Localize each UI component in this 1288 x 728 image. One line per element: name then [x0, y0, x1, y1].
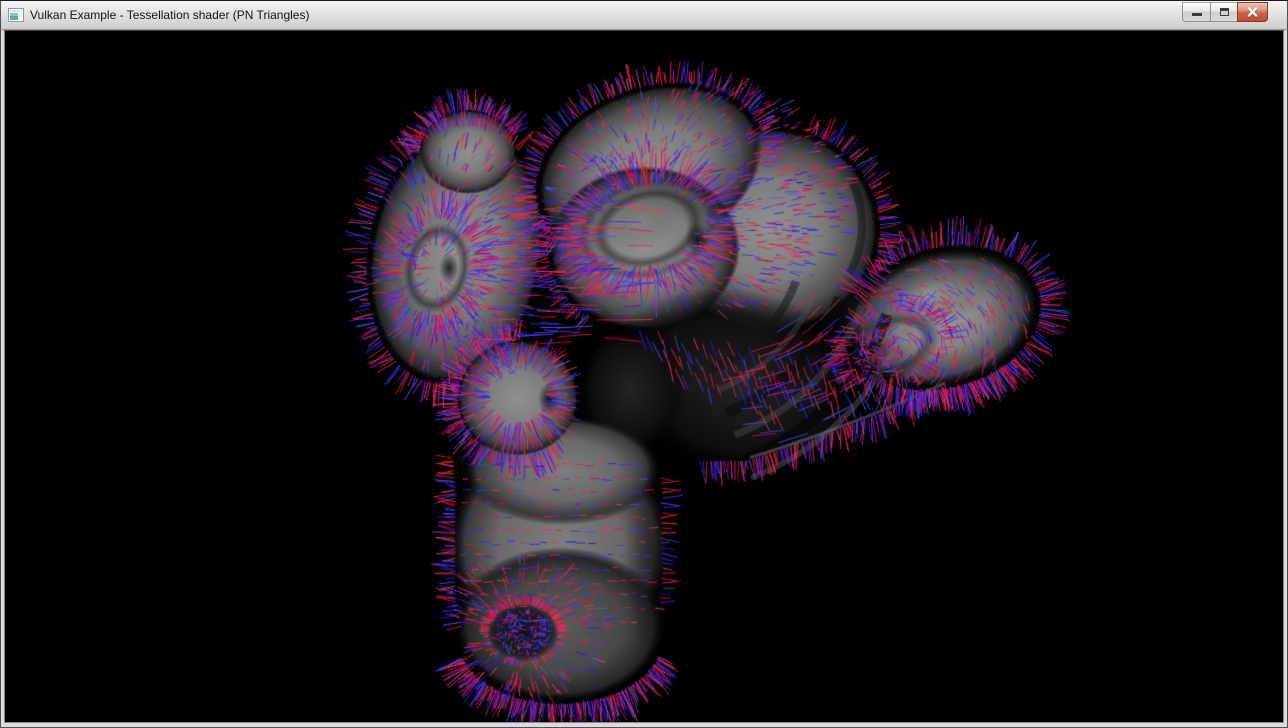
- app-window: Vulkan Example - Tessellation shader (PN…: [0, 0, 1288, 728]
- close-button[interactable]: [1237, 2, 1268, 22]
- close-icon: [1247, 7, 1258, 17]
- minimize-icon: [1192, 13, 1202, 16]
- viewport-border: [4, 30, 1284, 723]
- window-controls: [1183, 2, 1268, 22]
- render-canvas[interactable]: [5, 31, 1283, 722]
- window-title: Vulkan Example - Tessellation shader (PN…: [30, 8, 309, 22]
- app-icon[interactable]: [8, 7, 24, 23]
- title-bar[interactable]: Vulkan Example - Tessellation shader (PN…: [1, 1, 1287, 30]
- minimize-button[interactable]: [1182, 2, 1211, 22]
- maximize-button[interactable]: [1210, 2, 1238, 22]
- viewport-frame: [1, 30, 1287, 727]
- maximize-icon: [1220, 8, 1229, 16]
